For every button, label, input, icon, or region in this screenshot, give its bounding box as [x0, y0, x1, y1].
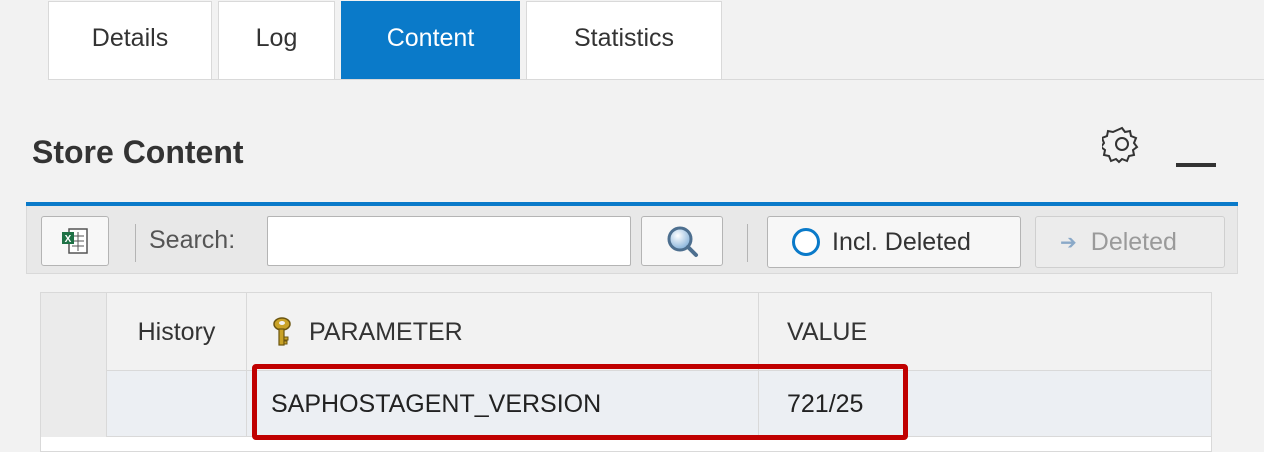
tab-bar: Details Log Content Statistics: [48, 0, 728, 80]
search-label: Search:: [149, 226, 236, 254]
column-header-parameter-label: PARAMETER: [309, 317, 463, 346]
export-button[interactable]: X: [41, 216, 109, 266]
toolbar: X Search: Incl. Deleted ➔ Deleted: [26, 206, 1238, 274]
content-table: History PARAMETER VALUE SAPHOSTAGENT_VER…: [40, 292, 1212, 452]
tab-statistics[interactable]: Statistics: [526, 1, 722, 80]
toolbar-separator: [747, 224, 748, 262]
search-input[interactable]: [267, 216, 631, 266]
toolbar-separator: [135, 224, 136, 262]
value-cell: 721/25: [787, 389, 864, 418]
tab-content[interactable]: Content: [341, 1, 520, 80]
svg-text:X: X: [65, 234, 72, 245]
key-icon: [273, 317, 291, 346]
incl-deleted-label: Incl. Deleted: [832, 227, 971, 256]
table-row[interactable]: SAPHOSTAGENT_VERSION 721/25: [41, 371, 1211, 437]
deleted-button[interactable]: ➔ Deleted: [1035, 216, 1225, 268]
search-button[interactable]: [641, 216, 723, 266]
column-header-parameter[interactable]: PARAMETER: [247, 293, 759, 371]
history-cell: [107, 371, 247, 437]
parameter-cell: SAPHOSTAGENT_VERSION: [247, 371, 759, 437]
row-selector[interactable]: [41, 371, 107, 437]
tab-divider: [48, 79, 1264, 80]
arrow-right-icon: ➔: [1060, 231, 1077, 254]
column-header-history[interactable]: History: [107, 293, 247, 371]
panel-title: Store Content: [32, 134, 244, 170]
incl-deleted-toggle[interactable]: Incl. Deleted: [767, 216, 1021, 268]
column-header-value[interactable]: VALUE: [759, 293, 1211, 371]
select-all-cell[interactable]: [41, 293, 107, 371]
radio-icon: [792, 228, 820, 256]
tab-log[interactable]: Log: [218, 1, 335, 80]
table-header: History PARAMETER VALUE: [41, 293, 1211, 371]
minimize-icon[interactable]: [1176, 163, 1216, 167]
tab-details[interactable]: Details: [48, 1, 212, 80]
deleted-label: Deleted: [1090, 227, 1177, 256]
gear-icon[interactable]: [1102, 124, 1142, 164]
magnifier-icon: [667, 226, 698, 257]
excel-export-icon: X: [62, 228, 88, 254]
